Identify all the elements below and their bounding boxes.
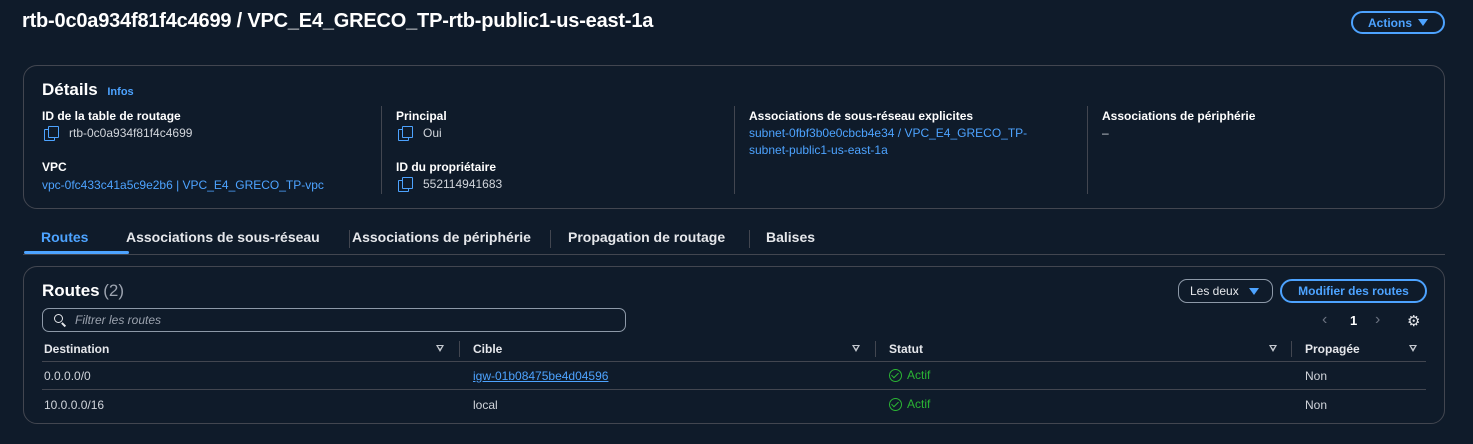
routes-panel: Routes (2) Les deux Modifier des routes …: [23, 266, 1445, 424]
actions-label: Actions: [1367, 15, 1412, 30]
actions-button[interactable]: Actions: [1351, 11, 1445, 34]
row-propagated: Non: [1305, 369, 1328, 383]
column-divider[interactable]: [1291, 341, 1292, 357]
row-target: local: [473, 398, 498, 412]
tab-subnet-associations[interactable]: Associations de sous-réseau: [126, 229, 320, 245]
explicit-subnet-assoc-label: Associations de sous-réseau explicites: [749, 109, 974, 123]
copy-icon[interactable]: [44, 126, 59, 142]
info-link[interactable]: Infos: [107, 86, 133, 98]
details-panel: Détails Infos ID de la table de routage …: [23, 65, 1445, 209]
row-destination: 10.0.0.0/16: [44, 398, 105, 412]
chevron-right-icon[interactable]: ›: [1375, 311, 1380, 329]
owner-id-value: 552114941683: [398, 177, 502, 193]
row-target-link[interactable]: igw-01b08475be4d04596: [473, 369, 608, 383]
details-title: Détails: [42, 80, 98, 99]
route-filter-value: Les deux: [1190, 284, 1239, 298]
column-header-status[interactable]: Statut: [889, 342, 923, 356]
explicit-subnet-assoc-link[interactable]: subnet-0fbf3b0e0cbcb4e34 / VPC_E4_GRECO_…: [749, 125, 1027, 159]
main-label: Principal: [396, 109, 447, 123]
routes-title: Routes: [42, 281, 100, 300]
column-divider: [381, 106, 382, 194]
column-header-propagated[interactable]: Propagée: [1305, 342, 1360, 356]
sort-icon[interactable]: [436, 345, 444, 352]
copy-icon[interactable]: [398, 126, 413, 142]
column-divider: [1087, 106, 1088, 194]
tab-edge-associations[interactable]: Associations de périphérie: [352, 229, 531, 245]
route-filter-dropdown[interactable]: Les deux: [1178, 279, 1273, 303]
copy-icon[interactable]: [398, 177, 413, 193]
route-table-id-label: ID de la table de routage: [42, 109, 181, 123]
row-status: Actif: [889, 397, 930, 411]
sort-icon[interactable]: [1409, 345, 1417, 352]
row-status: Actif: [889, 368, 930, 382]
caret-down-icon: [1248, 287, 1259, 295]
tab-divider: [749, 230, 750, 248]
route-table-id-value: rtb-0c0a934f81f4c4699: [44, 126, 192, 142]
page-title: rtb-0c0a934f81f4c4699 / VPC_E4_GRECO_TP-…: [22, 10, 654, 32]
routes-count: (2): [103, 281, 125, 300]
active-tab-indicator: [24, 251, 129, 254]
owner-id-label: ID du propriétaire: [396, 160, 497, 174]
edge-assoc-label: Associations de périphérie: [1102, 109, 1256, 123]
column-divider: [734, 106, 735, 194]
search-icon: [54, 314, 66, 326]
modify-routes-button[interactable]: Modifier des routes: [1280, 279, 1427, 303]
check-circle-icon: [889, 368, 902, 382]
column-header-target[interactable]: Cible: [473, 342, 502, 356]
chevron-left-icon[interactable]: ‹: [1322, 311, 1327, 329]
page-number[interactable]: 1: [1350, 313, 1357, 328]
check-circle-icon: [889, 397, 902, 411]
tab-route-propagation[interactable]: Propagation de routage: [568, 229, 725, 245]
header-divider: [42, 361, 1426, 362]
main-value: Oui: [398, 126, 442, 142]
search-field[interactable]: [42, 308, 626, 332]
column-header-destination[interactable]: Destination: [44, 342, 109, 356]
row-divider: [42, 389, 1426, 390]
sort-icon[interactable]: [1269, 345, 1277, 352]
tab-routes[interactable]: Routes: [41, 229, 88, 245]
row-destination: 0.0.0.0/0: [44, 369, 91, 383]
column-divider[interactable]: [459, 341, 460, 357]
search-input[interactable]: [75, 313, 575, 327]
tab-bar: Routes Associations de sous-réseau Assoc…: [23, 224, 1445, 255]
vpc-link[interactable]: vpc-0fc433c41a5c9e2b6 | VPC_E4_GRECO_TP-…: [42, 177, 324, 194]
caret-down-icon: [1418, 19, 1428, 26]
tab-tags[interactable]: Balises: [766, 229, 815, 245]
edge-assoc-value: –: [1102, 126, 1109, 140]
vpc-label: VPC: [42, 160, 67, 174]
gear-icon[interactable]: ⚙: [1407, 312, 1420, 330]
tab-divider: [349, 230, 350, 248]
column-divider[interactable]: [875, 341, 876, 357]
tab-divider: [550, 230, 551, 248]
sort-icon[interactable]: [852, 345, 860, 352]
row-propagated: Non: [1305, 398, 1328, 412]
